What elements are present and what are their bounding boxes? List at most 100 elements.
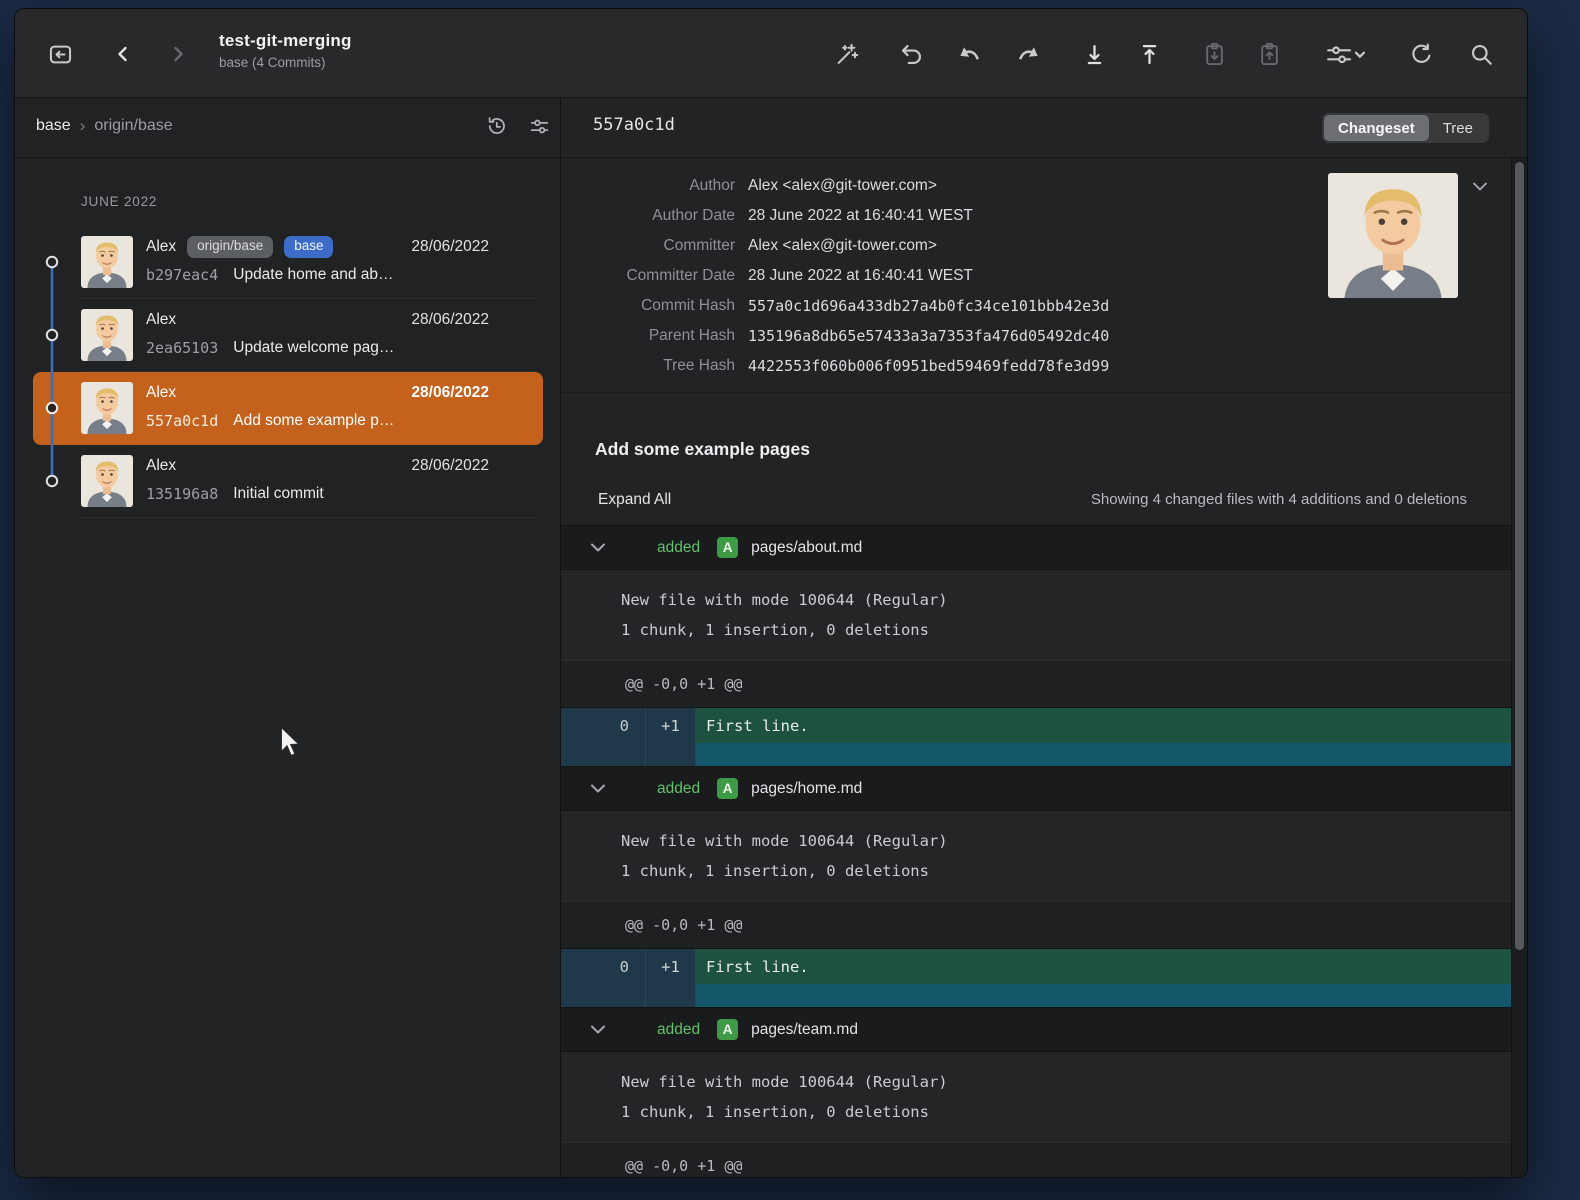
expand-all-button[interactable]: Expand All	[598, 491, 671, 509]
new-line-number	[646, 984, 696, 1007]
view-mode-toggle: Changeset Tree	[1322, 113, 1489, 143]
repositories-button[interactable]	[39, 33, 81, 75]
breadcrumb-compare-branch[interactable]: origin/base	[94, 117, 172, 135]
file-header[interactable]: added A pages/team.md	[561, 1007, 1527, 1052]
commit-row-content: Alex 28/06/2022 135196a8 Initial commit	[146, 454, 519, 506]
history-button[interactable]	[481, 114, 511, 144]
avatar	[81, 309, 133, 361]
meta-label: Commit Hash	[561, 297, 735, 315]
apply-stash-button[interactable]	[1248, 33, 1290, 75]
forward-button[interactable]	[157, 33, 199, 75]
avatar	[81, 382, 133, 434]
stash-clipboard-down-icon	[1201, 41, 1228, 68]
titlebar: test-git-merging base (4 Commits)	[15, 9, 1527, 98]
file-status: added	[657, 780, 700, 798]
commit-row[interactable]: Alex 28/06/2022 2ea65103 Update welcome …	[33, 299, 543, 372]
new-line-number: +1	[646, 949, 696, 984]
workflows-button[interactable]	[1315, 33, 1373, 75]
diff-filler-row	[561, 743, 1527, 766]
refresh-button[interactable]	[1400, 33, 1442, 75]
history-icon	[484, 114, 509, 144]
commit-row[interactable]: Alex origin/base base 28/06/2022 b297eac…	[33, 226, 543, 299]
file-status: added	[657, 539, 700, 557]
search-button[interactable]	[1460, 33, 1502, 75]
commit-author: Alex	[146, 457, 176, 475]
commit-date: 28/06/2022	[411, 311, 489, 329]
old-line-number: 0	[561, 708, 646, 743]
meta-row: Parent Hash 135196a8db65e57433a3a7353fa4…	[561, 321, 1527, 351]
file-status-badge: A	[717, 1019, 738, 1040]
commit-meta: Author Alex <alex@git-tower.com> Author …	[561, 158, 1527, 393]
meta-row: Tree Hash 4422553f060b006f0951bed59469fe…	[561, 351, 1527, 381]
scrollbar-thumb[interactable]	[1515, 162, 1524, 950]
commit-hash: 2ea65103	[146, 339, 218, 357]
commit-date: 28/06/2022	[411, 457, 489, 475]
sliders-icon	[1324, 40, 1365, 69]
files-toolbar: Expand All Showing 4 changed files with …	[598, 491, 1467, 509]
sidebar-header: base › origin/base	[15, 98, 560, 158]
commit-message: Update home and ab…	[233, 266, 393, 284]
author-avatar	[1328, 173, 1458, 298]
commit-hash: 135196a8	[146, 485, 218, 503]
file-info: New file with mode 100644 (Regular) 1 ch…	[561, 570, 1527, 660]
tab-changeset[interactable]: Changeset	[1324, 115, 1429, 141]
meta-value: 28 June 2022 at 16:40:41 WEST	[748, 267, 973, 285]
quick-actions-button[interactable]	[825, 33, 867, 75]
file-stats-line: 1 chunk, 1 insertion, 0 deletions	[621, 856, 1527, 886]
meta-label: Parent Hash	[561, 327, 735, 345]
diff-added-line: 0 +1 First line.	[561, 949, 1527, 984]
file-path: pages/team.md	[751, 1021, 858, 1039]
file-status: added	[657, 1021, 700, 1039]
commit-row-content: Alex 28/06/2022 557a0c1d Add some exampl…	[146, 381, 519, 433]
hunk-header: @@ -0,0 +1 @@	[561, 660, 1527, 708]
back-button[interactable]	[102, 33, 144, 75]
breadcrumb-branch[interactable]: base	[36, 117, 71, 135]
commit-date: 28/06/2022	[411, 384, 489, 402]
commit-message: Initial commit	[233, 485, 323, 503]
window-title-block: test-git-merging base (4 Commits)	[219, 31, 352, 70]
stash-button[interactable]	[1193, 33, 1235, 75]
rebase-arrow-icon	[1015, 40, 1043, 68]
merge-arrow-icon	[955, 40, 983, 68]
detail-scroll-area: Author Alex <alex@git-tower.com> Author …	[561, 158, 1527, 1178]
push-arrow-icon	[1136, 41, 1163, 68]
meta-label: Committer Date	[561, 267, 735, 285]
local-branch-badge[interactable]: base	[284, 236, 333, 257]
file-diff-section: added A pages/about.md New file with mod…	[561, 525, 1527, 766]
file-header[interactable]: added A pages/about.md	[561, 525, 1527, 570]
diff-filler-row	[561, 984, 1527, 1007]
avatar	[81, 236, 133, 288]
file-info: New file with mode 100644 (Regular) 1 ch…	[561, 1052, 1527, 1142]
old-line-number: 0	[561, 949, 646, 984]
undo-arrow-icon	[898, 41, 925, 68]
meta-label: Author Date	[561, 207, 735, 225]
chevron-down-icon	[1355, 52, 1363, 56]
merge-button[interactable]	[948, 33, 990, 75]
commit-message: Update welcome pag…	[233, 339, 394, 357]
main-split: base › origin/base	[15, 98, 1527, 1178]
commit-row-selected[interactable]: Alex 28/06/2022 557a0c1d Add some exampl…	[33, 372, 543, 445]
avatar	[81, 455, 133, 507]
commit-row-content: Alex 28/06/2022 2ea65103 Update welcome …	[146, 308, 519, 360]
pull-arrow-icon	[1081, 41, 1108, 68]
remote-branch-badge[interactable]: origin/base	[187, 236, 273, 257]
commit-row[interactable]: Alex 28/06/2022 135196a8 Initial commit	[33, 445, 543, 518]
push-button[interactable]	[1128, 33, 1170, 75]
hunk-header: @@ -0,0 +1 @@	[561, 901, 1527, 949]
chevron-down-icon	[591, 784, 605, 793]
undo-button[interactable]	[890, 33, 932, 75]
file-mode-line: New file with mode 100644 (Regular)	[621, 585, 1527, 615]
commit-row-content: Alex origin/base base 28/06/2022 b297eac…	[146, 235, 519, 287]
tab-tree[interactable]: Tree	[1429, 115, 1487, 141]
scrollbar-track[interactable]	[1511, 158, 1527, 1178]
rebase-button[interactable]	[1008, 33, 1050, 75]
avatar-dropdown-button[interactable]	[1473, 178, 1487, 196]
commit-hash: b297eac4	[146, 266, 218, 284]
file-mode-line: New file with mode 100644 (Regular)	[621, 826, 1527, 856]
window-title: test-git-merging	[219, 31, 352, 51]
meta-value: 557a0c1d696a433db27a4b0fc34ce101bbb42e3d	[748, 297, 1109, 315]
pull-button[interactable]	[1073, 33, 1115, 75]
filter-button[interactable]	[524, 114, 554, 144]
old-line-number	[561, 984, 646, 1007]
file-header[interactable]: added A pages/home.md	[561, 766, 1527, 811]
